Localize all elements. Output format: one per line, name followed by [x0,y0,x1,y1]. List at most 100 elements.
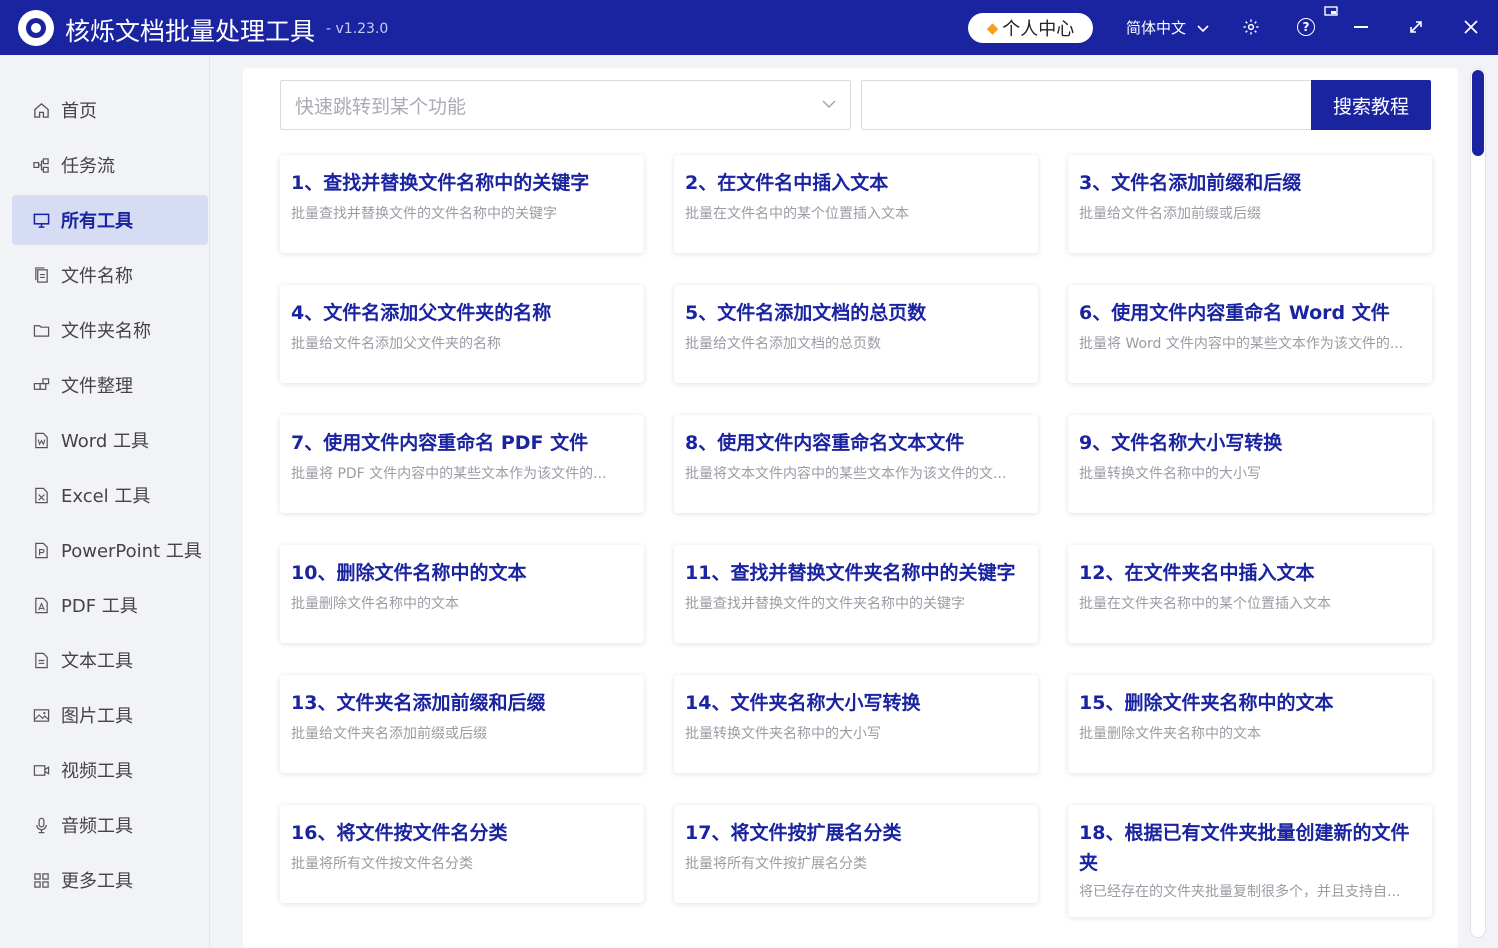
file-copy-icon [32,266,50,284]
folder-icon [32,321,50,339]
diamond-icon: ◆ [986,19,999,37]
sidebar-item-more-tools[interactable]: 更多工具 [12,855,208,905]
settings-gear-icon[interactable] [1240,16,1262,38]
quick-jump-placeholder: 快速跳转到某个功能 [295,95,467,118]
pdf-file-icon [32,596,50,614]
sidebar: 首页 任务流 所有工具 文件名称 文件夹名称 文件整理 Word 工具 Exce… [0,55,210,948]
grid-icon [32,871,50,889]
tool-card-title: 3、文件名添加前缀和后缀 [1079,172,1302,194]
scrollbar-thumb[interactable] [1472,70,1484,156]
sidebar-item-file-name[interactable]: 文件名称 [12,250,208,300]
tool-card-desc: 批量删除文件夹名称中的文本 [1079,726,1261,742]
tool-card[interactable]: 10、删除文件名称中的文本 批量删除文件名称中的文本 [280,545,644,643]
sidebar-item-home[interactable]: 首页 [12,85,208,135]
tool-card-title: 10、删除文件名称中的文本 [291,562,527,584]
tool-card[interactable]: 4、文件名添加父文件夹的名称 批量给文件名添加父文件夹的名称 [280,285,644,383]
tool-card-title: 7、使用文件内容重命名 PDF 文件 [291,432,589,454]
sidebar-item-label: 文件夹名称 [61,321,151,342]
tool-card[interactable]: 15、删除文件夹名称中的文本 批量删除文件夹名称中的文本 [1068,675,1432,773]
tool-card[interactable]: 5、文件名添加文档的总页数 批量给文件名添加文档的总页数 [674,285,1038,383]
ppt-file-icon [32,541,50,559]
tool-card[interactable]: 6、使用文件内容重命名 Word 文件 批量将 Word 文件内容中的某些文本作… [1068,285,1432,383]
sidebar-item-label: 文件整理 [61,376,133,397]
mini-window-icon[interactable] [1323,5,1339,19]
tool-card-title: 6、使用文件内容重命名 Word 文件 [1079,302,1390,324]
chevron-down-icon [1197,19,1209,37]
sidebar-item-text-tools[interactable]: 文本工具 [12,635,208,685]
tool-card[interactable]: 7、使用文件内容重命名 PDF 文件 批量将 PDF 文件内容中的某些文本作为该… [280,415,644,513]
tool-card-desc: 批量给文件夹名添加前缀或后缀 [291,726,487,742]
tool-card[interactable]: 11、查找并替换文件夹名称中的关键字 批量查找并替换文件的文件夹名称中的关键字 [674,545,1038,643]
tool-card[interactable]: 2、在文件名中插入文本 批量在文件名中的某个位置插入文本 [674,155,1038,253]
tool-card-desc: 批量删除文件名称中的文本 [291,596,459,612]
tool-card[interactable]: 8、使用文件内容重命名文本文件 批量将文本文件内容中的某些文本作为该文件的文..… [674,415,1038,513]
sidebar-item-label: 文件名称 [61,266,133,287]
app-title: 核烁文档批量处理工具 [65,17,316,46]
tool-card[interactable]: 1、查找并替换文件名称中的关键字 批量查找并替换文件的文件名称中的关键字 [280,155,644,253]
sidebar-item-word-tools[interactable]: Word 工具 [12,415,208,465]
tool-card-desc: 批量将所有文件按文件名分类 [291,856,473,872]
user-center-label: 个人中心 [1002,19,1075,40]
sidebar-item-workflow[interactable]: 任务流 [12,140,208,190]
sidebar-item-label: 所有工具 [61,211,133,232]
word-file-icon [32,431,50,449]
vertical-scrollbar[interactable] [1470,68,1486,938]
tool-card-desc: 批量在文件名中的某个位置插入文本 [685,206,909,222]
text-file-icon [32,651,50,669]
quick-jump-select[interactable]: 快速跳转到某个功能 [280,80,851,130]
tool-card[interactable]: 14、文件夹名称大小写转换 批量转换文件夹名称中的大小写 [674,675,1038,773]
tool-card[interactable]: 12、在文件夹名中插入文本 批量在文件夹名称中的某个位置插入文本 [1068,545,1432,643]
tool-card-title: 17、将文件按扩展名分类 [685,822,902,844]
tool-card-desc: 批量给文件名添加文档的总页数 [685,336,881,352]
tool-card-title: 14、文件夹名称大小写转换 [685,692,921,714]
tool-card-desc: 批量将所有文件按扩展名分类 [685,856,867,872]
tool-card[interactable]: 13、文件夹名添加前缀和后缀 批量给文件夹名添加前缀或后缀 [280,675,644,773]
sidebar-item-excel-tools[interactable]: Excel 工具 [12,470,208,520]
tool-card-desc: 批量将 Word 文件内容中的某些文本作为该文件的... [1079,336,1404,352]
sidebar-item-all-tools[interactable]: 所有工具 [12,195,208,245]
user-center-button[interactable]: ◆ 个人中心 [968,13,1093,43]
sidebar-item-folder-name[interactable]: 文件夹名称 [12,305,208,355]
tool-card-desc: 批量给文件名添加父文件夹的名称 [291,336,501,352]
microphone-icon [32,816,50,834]
tool-card-desc: 将已经存在的文件夹批量复制很多个，并且支持自... [1079,884,1401,900]
sidebar-item-label: 视频工具 [61,761,133,782]
tool-card-desc: 批量转换文件名称中的大小写 [1079,466,1261,482]
sidebar-item-label: PDF 工具 [61,596,138,617]
minimize-icon[interactable] [1350,16,1372,38]
tool-card-title: 9、文件名称大小写转换 [1079,432,1283,454]
language-label: 简体中文 [1126,19,1187,37]
tool-card[interactable]: 3、文件名添加前缀和后缀 批量给文件名添加前缀或后缀 [1068,155,1432,253]
sidebar-item-image-tools[interactable]: 图片工具 [12,690,208,740]
sidebar-item-video-tools[interactable]: 视频工具 [12,745,208,795]
tool-card-title: 16、将文件按文件名分类 [291,822,508,844]
language-select[interactable]: 简体中文 [1126,17,1209,38]
tool-card[interactable]: 16、将文件按文件名分类 批量将所有文件按文件名分类 [280,805,644,903]
sidebar-item-file-organize[interactable]: 文件整理 [12,360,208,410]
sidebar-item-powerpoint-tools[interactable]: PowerPoint 工具 [12,525,208,575]
tool-card-title: 8、使用文件内容重命名文本文件 [685,432,965,454]
monitor-icon [32,211,50,229]
close-icon[interactable] [1460,16,1482,38]
tool-card[interactable]: 18、根据已有文件夹批量创建新的文件夹 将已经存在的文件夹批量复制很多个，并且支… [1068,805,1432,917]
tutorial-search-input[interactable] [861,80,1313,130]
sidebar-item-pdf-tools[interactable]: PDF 工具 [12,580,208,630]
help-icon[interactable]: ? [1295,16,1317,38]
search-tutorial-button[interactable]: 搜索教程 [1311,80,1431,130]
maximize-icon[interactable] [1405,16,1427,38]
tool-card-desc: 批量转换文件夹名称中的大小写 [685,726,881,742]
tool-card-desc: 批量查找并替换文件的文件名称中的关键字 [291,206,557,222]
tool-card[interactable]: 17、将文件按扩展名分类 批量将所有文件按扩展名分类 [674,805,1038,903]
app-logo-icon [18,10,54,46]
video-icon [32,761,50,779]
tool-card[interactable]: 9、文件名称大小写转换 批量转换文件名称中的大小写 [1068,415,1432,513]
sidebar-item-label: 图片工具 [61,706,133,727]
tool-card-title: 18、根据已有文件夹批量创建新的文件夹 [1079,822,1410,874]
sidebar-item-label: 首页 [61,101,97,122]
title-bar: 核烁文档批量处理工具 - v1.23.0 ◆ 个人中心 简体中文 ? [0,0,1498,55]
sidebar-item-audio-tools[interactable]: 音频工具 [12,800,208,850]
sidebar-item-label: Word 工具 [61,431,149,452]
sidebar-item-label: 更多工具 [61,871,133,892]
tool-card-title: 4、文件名添加父文件夹的名称 [291,302,552,324]
tool-card-desc: 批量在文件夹名称中的某个位置插入文本 [1079,596,1331,612]
